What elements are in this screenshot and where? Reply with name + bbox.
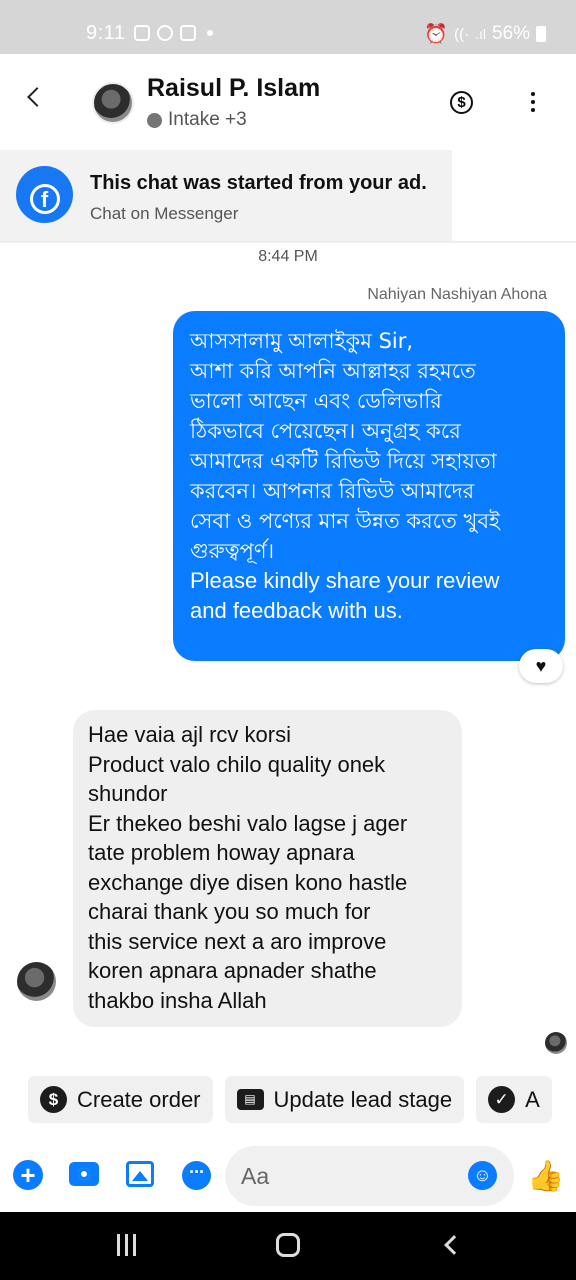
notification-icons [134, 25, 213, 41]
message-input[interactable]: Aa ☺ [225, 1146, 514, 1206]
message-composer: + ··· Aa ☺ 👍 [0, 1142, 576, 1210]
message-input-placeholder: Aa [241, 1163, 270, 1189]
plus-icon[interactable]: + [13, 1160, 43, 1190]
more-notifications-dot [207, 30, 213, 36]
seen-receipt-avatar [545, 1032, 567, 1054]
sender-name: Nahiyan Nashiyan Ahona [367, 286, 547, 303]
gallery-icon [180, 25, 196, 41]
facebook-icon: f [16, 166, 73, 223]
message-line: করবেন। আপনার রিভিউ আমাদের [190, 479, 475, 503]
incoming-message-bubble[interactable]: Hae vaia ajl rcv korsi Product valo chil… [73, 710, 462, 1027]
label-text: Intake +3 [168, 109, 247, 130]
message-line: Product valo chilo quality onek [88, 751, 386, 777]
message-line: tate problem howay apnara [88, 840, 355, 865]
system-nav-bar [0, 1212, 576, 1280]
message-line: আসসালামু আলাইকুম Sir, [190, 329, 414, 353]
chat-bubble-icon[interactable]: ··· [182, 1161, 211, 1190]
message-line: thakbo insha Allah [88, 987, 267, 1013]
message-line: আশা করি আপনি আল্লাহর রহমতে [190, 359, 476, 383]
update-lead-stage-button[interactable]: ▤ Update lead stage [224, 1076, 465, 1123]
message-line: ঠিকভাবে পেয়েছেন। অনুগ্রহ করে [190, 419, 461, 443]
contact-name[interactable]: Raisul P. Islam [147, 74, 320, 103]
message-line: Please kindly share your review [190, 568, 500, 593]
message-line: সেবা ও পণ্যের মান উন্নত করতে খুবই [190, 509, 500, 533]
message-line: charai thank you so much for [88, 899, 371, 924]
wifi-icon: ((· [454, 25, 470, 43]
battery-percent: 56% [491, 23, 530, 44]
message-timestamp: 8:44 PM [258, 248, 318, 265]
message-line: ভালো আছেন এবং ডেলিভারি [190, 389, 442, 413]
message-line: Er thekeo beshi valo lagse j ager [88, 810, 408, 836]
back-icon[interactable] [27, 87, 47, 107]
ad-banner-subtitle: Chat on Messenger [90, 204, 239, 223]
heart-reaction-icon[interactable]: ♥ [519, 649, 563, 683]
message-line: and feedback with us. [190, 598, 403, 623]
thumbs-up-icon[interactable]: 👍 [527, 1159, 564, 1194]
message-line: this service next a aro improve [88, 928, 387, 954]
third-action-button[interactable]: ✓ A [476, 1076, 552, 1123]
home-icon[interactable] [276, 1233, 300, 1257]
dollar-icon[interactable]: $ [450, 91, 473, 114]
create-order-label: Create order [77, 1086, 201, 1112]
third-action-label: A [525, 1086, 540, 1112]
whatsapp-icon [157, 25, 173, 41]
chat-header: Raisul P. Islam Intake +3 $ [0, 54, 576, 150]
create-order-button[interactable]: $ Create order [28, 1076, 213, 1123]
message-line: exchange diye disen kono hastle [88, 869, 408, 895]
check-circle-icon: ✓ [488, 1086, 516, 1113]
alarm-icon: ⏰ [424, 24, 449, 45]
more-icon[interactable] [531, 92, 536, 116]
nav-back-icon[interactable] [444, 1235, 464, 1255]
image-icon[interactable] [126, 1161, 154, 1187]
message-line: koren apnara apnader shathe [88, 958, 377, 983]
dollar-icon: $ [40, 1086, 67, 1113]
recents-icon[interactable] [117, 1234, 136, 1256]
quick-actions-bar: $ Create order ▤ Update lead stage ✓ A [28, 1076, 576, 1124]
message-line: Hae vaia ajl rcv korsi [88, 722, 291, 747]
message-line: আমাদের একটি রিভিউ দিয়ে সহায়তা [190, 449, 497, 473]
contact-avatar[interactable] [92, 82, 134, 124]
sender-avatar[interactable] [17, 962, 56, 1001]
id-card-icon: ▤ [236, 1089, 264, 1110]
message-line: shundor [88, 781, 168, 806]
divider [0, 241, 576, 244]
ad-banner-title: This chat was started from your ad. [90, 172, 427, 194]
status-time: 9:11 [86, 22, 126, 44]
system-icons: ⏰ ((· .ıl 56% [424, 22, 546, 46]
emoji-icon[interactable]: ☺ [468, 1161, 497, 1190]
battery-icon [536, 26, 546, 42]
status-bar: 9:11 ⏰ ((· .ıl 56% [0, 0, 576, 54]
label-dot-icon [147, 112, 162, 128]
camera-icon[interactable] [69, 1162, 99, 1186]
signal-icon: .ıl [475, 26, 486, 42]
message-line: গুরুত্বপূর্ণ। [190, 539, 275, 563]
contact-label[interactable]: Intake +3 [147, 109, 247, 131]
ad-origin-banner: f This chat was started from your ad. Ch… [0, 150, 452, 241]
update-lead-stage-label: Update lead stage [273, 1086, 453, 1112]
instagram-icon [134, 25, 150, 41]
outgoing-message-bubble[interactable]: আসসালামু আলাইকুম Sir, আশা করি আপনি আল্লা… [173, 311, 565, 661]
